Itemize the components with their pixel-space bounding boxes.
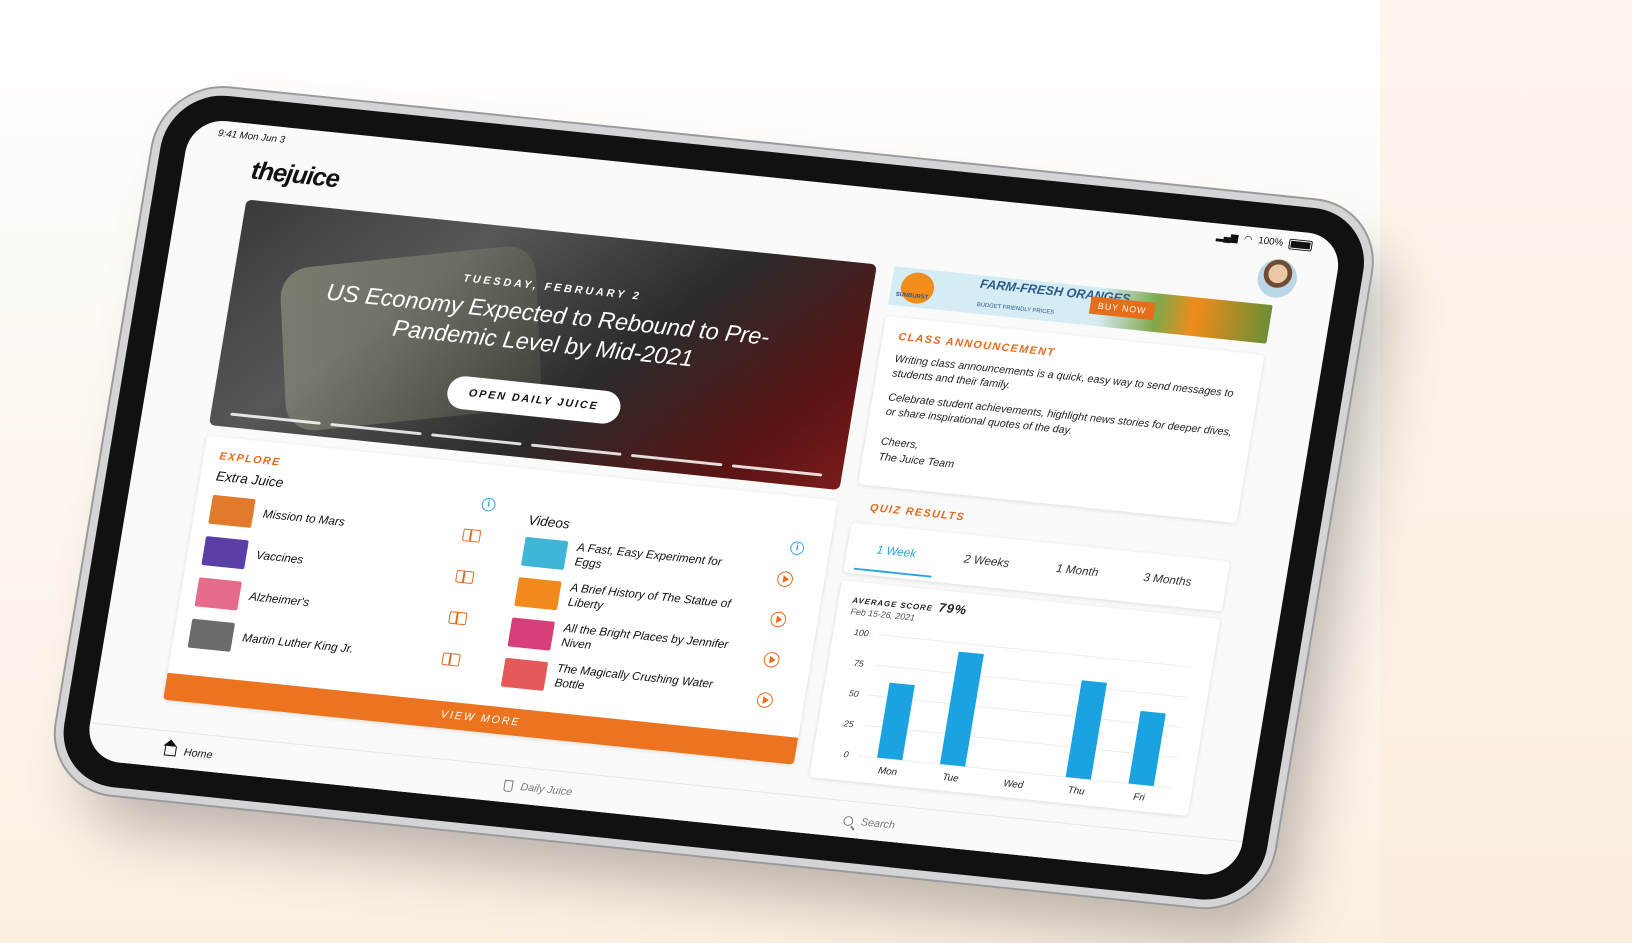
- vaccines-thumbnail: [201, 536, 249, 570]
- x-tick-label: Wed: [1002, 778, 1024, 791]
- carousel-dot[interactable]: [430, 433, 522, 446]
- active-tab-indicator: [853, 567, 932, 578]
- carousel-dot[interactable]: [230, 412, 322, 425]
- carousel-dot[interactable]: [631, 453, 723, 467]
- quiz-results-heading: QUIZ RESULTS: [869, 502, 966, 524]
- carousel-dot[interactable]: [731, 464, 823, 477]
- bar-mon: [877, 682, 915, 761]
- quiz-bar-chart: 0 25 50 75 100 Mon Tue Wed Thu Fri: [842, 627, 1193, 804]
- gridline: [868, 694, 1183, 729]
- avatar[interactable]: [1254, 257, 1300, 300]
- ad-tagline: BUDGET FRIENDLY PRICES: [976, 302, 1055, 316]
- open-daily-juice-button[interactable]: OPEN DAILY JUICE: [444, 374, 623, 426]
- video-thumbnail: [520, 536, 569, 570]
- x-tick-label: Fri: [1132, 792, 1146, 804]
- status-right: ▂▄▆ ◠ 100%: [1215, 231, 1314, 252]
- juice-cup-icon: [503, 779, 514, 793]
- video-label: A Brief History of The Statue of Liberty: [567, 580, 732, 613]
- play-icon[interactable]: [769, 611, 788, 628]
- video-label: A Fast, Easy Experiment for Eggs: [573, 540, 723, 571]
- gridline: [863, 724, 1178, 759]
- extra-juice-label: Mission to Mars: [262, 506, 346, 529]
- status-time: 9:41 Mon Jun 3: [217, 128, 286, 146]
- search-icon: [842, 815, 854, 827]
- video-label: All the Bright Places by Jennifer Niven: [560, 620, 730, 652]
- y-tick-label: 0: [843, 749, 850, 759]
- alzheimers-thumbnail: [194, 577, 242, 611]
- play-icon[interactable]: [776, 570, 795, 588]
- y-tick-label: 50: [848, 688, 859, 699]
- ad-buy-button[interactable]: BUY NOW: [1088, 296, 1156, 321]
- screen: 9:41 Mon Jun 3 ▂▄▆ ◠ 100% thejuice TUESD…: [84, 117, 1344, 878]
- book-icon[interactable]: [461, 528, 482, 543]
- app-logo[interactable]: thejuice: [249, 155, 341, 194]
- video-thumbnail: [500, 657, 549, 691]
- explore-heading: EXPLORE: [218, 450, 282, 469]
- video-label: The Magically Crushing Water Bottle: [553, 661, 714, 693]
- tab-2-weeks[interactable]: 2 Weeks: [963, 552, 1010, 570]
- tab-1-week[interactable]: 1 Week: [876, 543, 917, 560]
- extra-juice-label: Vaccines: [255, 548, 305, 567]
- wifi-icon: ◠: [1243, 234, 1254, 246]
- mars-thumbnail: [208, 494, 256, 528]
- extra-juice-label: Alzheimer's: [248, 589, 311, 610]
- carousel-dot[interactable]: [530, 443, 622, 456]
- play-icon[interactable]: [755, 691, 774, 709]
- x-tick-label: Tue: [941, 772, 959, 785]
- tab-home[interactable]: Home: [163, 745, 214, 762]
- video-thumbnail: [507, 617, 555, 651]
- tab-search[interactable]: Search: [842, 815, 896, 832]
- play-icon[interactable]: [762, 651, 781, 669]
- extra-juice-title: Extra Juice: [214, 467, 285, 491]
- explore-card: EXPLORE Extra Juice i Videos i Mission t…: [163, 435, 838, 765]
- book-icon[interactable]: [441, 652, 461, 667]
- video-thumbnail: [514, 577, 562, 611]
- quiz-chart-card: AVERAGE SCORE 79% Feb 15-26, 2021 0 25 50 75…: [809, 580, 1221, 816]
- gridline: [878, 634, 1193, 668]
- gridline: [873, 664, 1188, 698]
- background-panel: [1380, 0, 1632, 943]
- x-tick-label: Thu: [1067, 785, 1086, 798]
- tab-daily-juice-label: Daily Juice: [519, 781, 574, 799]
- y-tick-label: 25: [842, 718, 854, 729]
- y-tick-label: 75: [853, 658, 864, 669]
- tab-3-months[interactable]: 3 Months: [1142, 570, 1192, 588]
- sun-logo-icon: [898, 271, 937, 306]
- y-tick-label: 100: [853, 627, 869, 638]
- tab-daily-juice[interactable]: Daily Juice: [503, 779, 574, 799]
- info-icon[interactable]: i: [480, 497, 497, 513]
- ipad-device: 9:41 Mon Jun 3 ▂▄▆ ◠ 100% thejuice TUESD…: [54, 90, 1373, 906]
- book-icon[interactable]: [455, 569, 475, 585]
- battery-percent: 100%: [1257, 235, 1284, 249]
- bar-tue: [939, 651, 984, 767]
- x-tick-label: Mon: [877, 765, 898, 778]
- tab-search-label: Search: [860, 816, 896, 832]
- battery-icon: [1288, 238, 1314, 252]
- extra-juice-label: Martin Luther King Jr.: [241, 630, 355, 656]
- bar-thu: [1065, 680, 1107, 780]
- carousel-dot[interactable]: [330, 422, 422, 436]
- home-icon: [163, 745, 177, 757]
- signal-icon: ▂▄▆: [1215, 231, 1240, 244]
- mlk-thumbnail: [187, 618, 236, 652]
- tab-1-month[interactable]: 1 Month: [1055, 561, 1099, 579]
- videos-title: Videos: [527, 511, 572, 532]
- class-announcement-card: CLASS ANNOUNCEMENT Writing class announc…: [858, 316, 1265, 524]
- info-icon[interactable]: i: [789, 540, 806, 556]
- book-icon[interactable]: [448, 611, 468, 626]
- tab-home-label: Home: [182, 746, 214, 762]
